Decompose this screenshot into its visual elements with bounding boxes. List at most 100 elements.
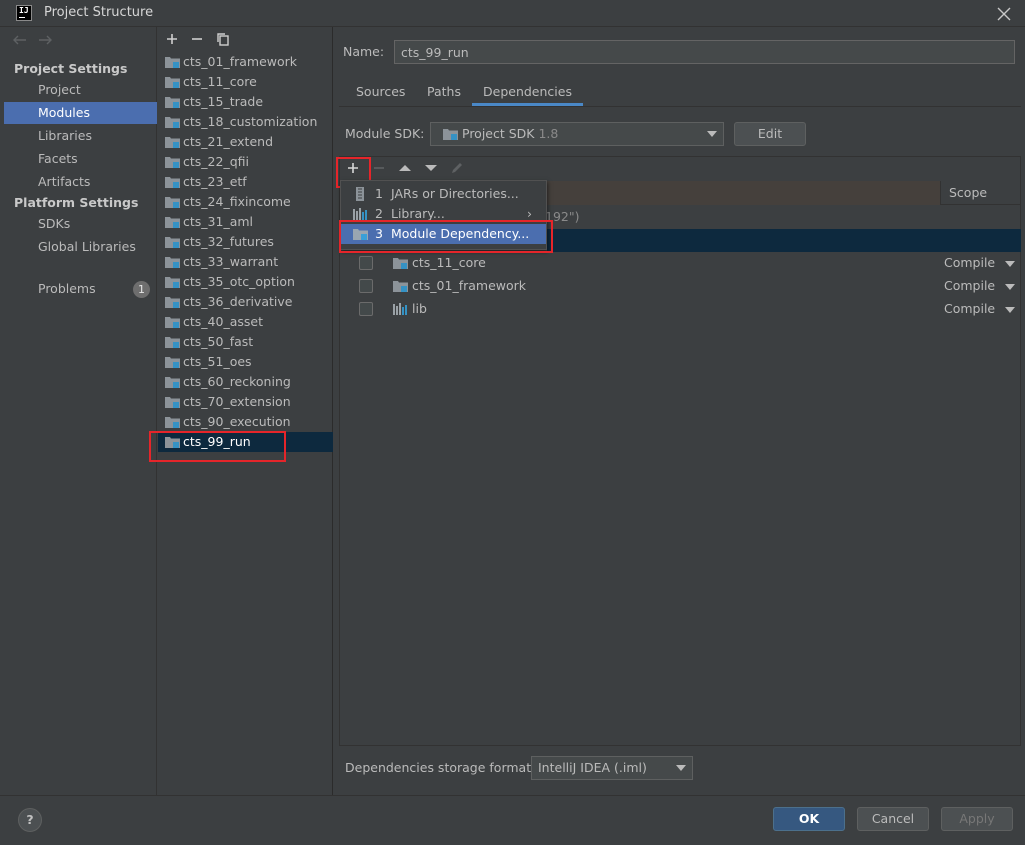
dependency-scope[interactable]: Compile (944, 301, 995, 316)
nav-item-libraries[interactable]: Libraries (4, 125, 157, 147)
module-folder-icon (165, 117, 180, 128)
problems-count-badge: 1 (133, 281, 150, 298)
help-button[interactable]: ? (18, 808, 42, 832)
module-folder-icon (165, 277, 180, 288)
remove-module-icon[interactable] (189, 31, 205, 47)
module-folder-icon (165, 397, 180, 408)
project-settings-header: Project Settings (14, 61, 128, 76)
cancel-button[interactable]: Cancel (857, 807, 929, 831)
module-name: cts_31_aml (183, 214, 254, 229)
module-item[interactable]: cts_21_extend (158, 132, 333, 152)
close-icon[interactable] (994, 4, 1014, 24)
tab-paths[interactable]: Paths (419, 84, 469, 106)
module-item[interactable]: cts_40_asset (158, 312, 333, 332)
scope-column-header: Scope (940, 181, 1020, 205)
back-arrow-icon[interactable] (12, 34, 28, 46)
chevron-down-icon (676, 765, 686, 771)
dependency-scope[interactable]: Compile (944, 255, 995, 270)
chevron-down-icon[interactable] (1005, 261, 1015, 267)
module-item[interactable]: cts_70_extension (158, 392, 333, 412)
move-down-icon[interactable] (423, 160, 439, 176)
nav-item-sdks[interactable]: SDKs (4, 213, 157, 235)
storage-format-value: IntelliJ IDEA (.iml) (538, 760, 647, 775)
module-item[interactable]: cts_35_otc_option (158, 272, 333, 292)
module-item[interactable]: cts_22_qfii (158, 152, 333, 172)
module-folder-icon (165, 217, 180, 228)
copy-module-icon[interactable] (215, 31, 231, 47)
jar-icon (356, 187, 364, 201)
nav-item-modules[interactable]: Modules (4, 102, 157, 124)
module-name: cts_36_derivative (183, 294, 293, 309)
module-item[interactable]: cts_33_warrant (158, 252, 333, 272)
window-title: Project Structure (44, 5, 154, 20)
module-item[interactable]: cts_36_derivative (158, 292, 333, 312)
module-item[interactable]: cts_50_fast (158, 332, 333, 352)
table-row[interactable]: lib Compile (340, 298, 1020, 321)
module-folder-icon (165, 377, 180, 388)
module-item[interactable]: cts_18_customization (158, 112, 333, 132)
chevron-down-icon[interactable] (1005, 307, 1015, 313)
export-checkbox[interactable] (359, 256, 373, 270)
module-folder-icon (165, 97, 180, 108)
sdk-version: 1.8 (538, 126, 559, 141)
module-name: cts_60_reckoning (183, 374, 291, 389)
module-folder-icon (165, 317, 180, 328)
module-name: cts_40_asset (183, 314, 263, 329)
chevron-down-icon[interactable] (1005, 284, 1015, 290)
edit-sdk-button[interactable]: Edit (734, 122, 806, 146)
module-item[interactable]: cts_90_execution (158, 412, 333, 432)
apply-button[interactable]: Apply (941, 807, 1013, 831)
module-name: cts_90_execution (183, 414, 291, 429)
title-bar (0, 0, 1025, 27)
menu-item-jars-or-directories[interactable]: 1 JARs or Directories... (341, 184, 546, 204)
module-folder-icon (165, 77, 180, 88)
module-item[interactable]: cts_51_oes (158, 352, 333, 372)
name-label: Name: (343, 44, 385, 59)
module-item[interactable]: cts_31_aml (158, 212, 333, 232)
library-icon (353, 208, 367, 220)
nav-item-artifacts[interactable]: Artifacts (4, 171, 157, 193)
nav-item-project[interactable]: Project (4, 79, 157, 101)
module-name: cts_33_warrant (183, 254, 279, 269)
export-checkbox[interactable] (359, 302, 373, 316)
module-name: cts_11_core (183, 74, 257, 89)
nav-item-facets[interactable]: Facets (4, 148, 157, 170)
module-item[interactable]: cts_32_futures (158, 232, 333, 252)
module-name: cts_24_fixincome (183, 194, 291, 209)
table-row[interactable]: cts_01_framework Compile (340, 275, 1020, 298)
remove-dependency-icon (371, 160, 387, 176)
module-folder-icon (165, 137, 180, 148)
module-item[interactable]: cts_15_trade (158, 92, 333, 112)
sdk-folder-icon (443, 129, 458, 140)
module-item[interactable]: cts_11_core (158, 72, 333, 92)
module-source-row[interactable] (547, 229, 1021, 252)
module-folder-icon (393, 258, 408, 269)
module-item[interactable]: cts_24_fixincome (158, 192, 333, 212)
module-folder-icon (165, 157, 180, 168)
highlight-selected-module (149, 431, 286, 462)
chevron-down-icon (707, 131, 717, 137)
move-up-icon[interactable] (397, 160, 413, 176)
module-name: cts_01_framework (183, 54, 298, 69)
ok-button[interactable]: OK (773, 807, 845, 831)
dependency-scope[interactable]: Compile (944, 278, 995, 293)
module-name: cts_32_futures (183, 234, 274, 249)
tab-dependencies[interactable]: Dependencies (472, 84, 583, 106)
tab-divider (339, 106, 1021, 107)
table-row[interactable]: cts_11_core Compile (340, 252, 1020, 275)
add-module-icon[interactable] (164, 31, 180, 47)
nav-item-global-libraries[interactable]: Global Libraries (4, 236, 157, 258)
forward-arrow-icon[interactable] (37, 34, 53, 46)
module-folder-icon (165, 297, 180, 308)
tab-sources[interactable]: Sources (348, 84, 413, 106)
module-name-input[interactable] (394, 40, 1015, 64)
module-name: cts_23_etf (183, 174, 247, 189)
module-sdk-combo[interactable]: Project SDK 1.8 (430, 122, 724, 146)
module-item[interactable]: cts_01_framework (158, 52, 333, 72)
export-checkbox[interactable] (359, 279, 373, 293)
module-item[interactable]: cts_60_reckoning (158, 372, 333, 392)
menu-item-number: 1 (375, 186, 383, 201)
module-item[interactable]: cts_23_etf (158, 172, 333, 192)
storage-format-combo[interactable]: IntelliJ IDEA (.iml) (531, 756, 693, 780)
library-icon (393, 303, 407, 315)
